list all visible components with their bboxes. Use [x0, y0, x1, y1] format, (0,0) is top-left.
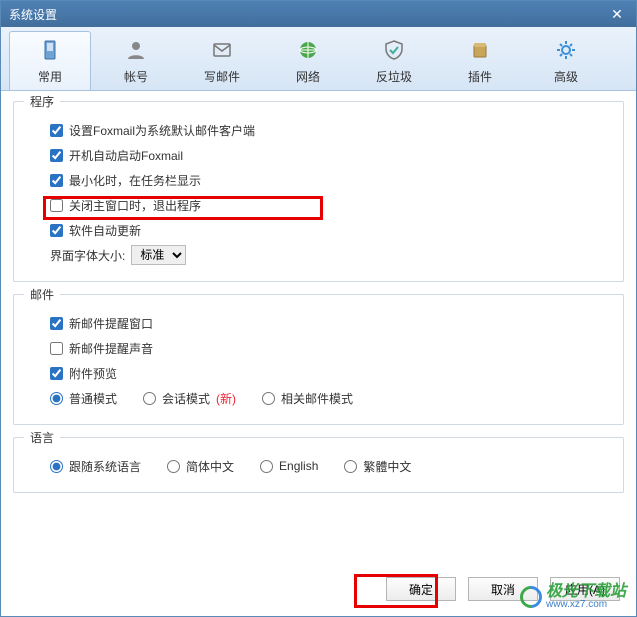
- titlebar: 系统设置 ✕: [1, 1, 636, 27]
- tab-label: 帐号: [124, 68, 148, 85]
- tab-advanced[interactable]: 高级: [525, 31, 607, 90]
- radio-related-mode[interactable]: [262, 392, 275, 405]
- chk-label: 附件预览: [69, 365, 117, 382]
- tab-compose[interactable]: 写邮件: [181, 31, 263, 90]
- chk-label: 新邮件提醒声音: [69, 340, 153, 357]
- plugin-icon: [468, 38, 492, 62]
- spam-icon: [382, 38, 406, 62]
- radio-label: 繁體中文: [363, 458, 411, 475]
- radio-label: 跟随系统语言: [69, 458, 141, 475]
- chk-label: 开机自动启动Foxmail: [69, 147, 183, 164]
- radio-label: 相关邮件模式: [281, 390, 353, 407]
- group-language: 语言 跟随系统语言 简体中文 English 繁體中文: [13, 437, 624, 493]
- group-mail: 邮件 新邮件提醒窗口 新邮件提醒声音 附件预览 普通模式 会话模式(新) 相关邮…: [13, 294, 624, 425]
- account-icon: [124, 38, 148, 62]
- chk-exit-on-close[interactable]: [50, 199, 63, 212]
- radio-label: 普通模式: [69, 390, 117, 407]
- settings-window: 系统设置 ✕ 常用 帐号 写邮件 网络 反垃圾 插件 高级: [0, 0, 637, 617]
- radio-label: 简体中文: [186, 458, 234, 475]
- content-panel: 程序 设置Foxmail为系统默认邮件客户端 开机自动启动Foxmail 最小化…: [1, 91, 636, 568]
- chk-autostart[interactable]: [50, 149, 63, 162]
- radio-lang-en[interactable]: [260, 460, 273, 473]
- group-program: 程序 设置Foxmail为系统默认邮件客户端 开机自动启动Foxmail 最小化…: [13, 101, 624, 282]
- common-icon: [38, 38, 62, 62]
- apply-button[interactable]: 应用(A): [550, 577, 620, 601]
- chk-minimize-tray[interactable]: [50, 174, 63, 187]
- radio-label: English: [279, 459, 318, 473]
- radio-lang-system[interactable]: [50, 460, 63, 473]
- watermark-url: www.xz7.com: [546, 600, 626, 610]
- group-title: 程序: [24, 93, 60, 110]
- close-icon[interactable]: ✕: [606, 5, 628, 23]
- tab-label: 高级: [554, 68, 578, 85]
- chk-newmail-popup[interactable]: [50, 317, 63, 330]
- chk-label: 最小化时，在任务栏显示: [69, 172, 201, 189]
- footer: 确定 取消 应用(A) 极光下载站 www.xz7.com: [1, 568, 636, 616]
- new-hint: (新): [216, 390, 236, 407]
- font-size-label: 界面字体大小:: [50, 247, 125, 264]
- tab-spam[interactable]: 反垃圾: [353, 31, 435, 90]
- tab-account[interactable]: 帐号: [95, 31, 177, 90]
- radio-conversation-mode[interactable]: [143, 392, 156, 405]
- toolbar: 常用 帐号 写邮件 网络 反垃圾 插件 高级: [1, 27, 636, 91]
- chk-default-client[interactable]: [50, 124, 63, 137]
- window-title: 系统设置: [9, 6, 606, 23]
- cancel-button[interactable]: 取消: [468, 577, 538, 601]
- tab-label: 网络: [296, 68, 320, 85]
- chk-newmail-sound[interactable]: [50, 342, 63, 355]
- tab-label: 常用: [38, 68, 62, 85]
- tab-common[interactable]: 常用: [9, 31, 91, 90]
- chk-attachment-preview[interactable]: [50, 367, 63, 380]
- font-size-select[interactable]: 标准: [131, 245, 186, 265]
- radio-lang-zhtw[interactable]: [344, 460, 357, 473]
- tab-label: 写邮件: [204, 68, 240, 85]
- group-title: 邮件: [24, 286, 60, 303]
- tab-plugin[interactable]: 插件: [439, 31, 521, 90]
- gear-icon: [554, 38, 578, 62]
- tab-label: 插件: [468, 68, 492, 85]
- chk-auto-update[interactable]: [50, 224, 63, 237]
- tab-label: 反垃圾: [376, 68, 412, 85]
- chk-label: 软件自动更新: [69, 222, 141, 239]
- compose-icon: [210, 38, 234, 62]
- radio-normal-mode[interactable]: [50, 392, 63, 405]
- chk-label: 关闭主窗口时，退出程序: [69, 197, 201, 214]
- group-title: 语言: [24, 429, 60, 446]
- chk-label: 设置Foxmail为系统默认邮件客户端: [69, 122, 255, 139]
- ok-button[interactable]: 确定: [386, 577, 456, 601]
- network-icon: [296, 38, 320, 62]
- chk-label: 新邮件提醒窗口: [69, 315, 153, 332]
- radio-label: 会话模式: [162, 390, 210, 407]
- radio-lang-zhcn[interactable]: [167, 460, 180, 473]
- tab-network[interactable]: 网络: [267, 31, 349, 90]
